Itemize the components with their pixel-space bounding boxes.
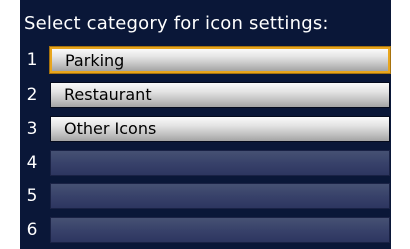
category-label: Restaurant (64, 85, 152, 104)
row-number-4: 4 (26, 153, 38, 173)
empty-row-4 (50, 150, 390, 176)
category-button-restaurant[interactable]: Restaurant (50, 82, 390, 108)
empty-row-5 (50, 183, 390, 209)
category-label: Other Icons (64, 119, 157, 138)
nav-screen: Select category for icon settings: 1 Par… (20, 0, 391, 249)
screen-title: Select category for icon settings: (24, 13, 329, 34)
row-number-6: 6 (26, 220, 38, 240)
row-number-2: 2 (26, 85, 38, 105)
row-number-3: 3 (26, 119, 38, 139)
category-label: Parking (65, 51, 125, 70)
category-button-parking[interactable]: Parking (50, 47, 390, 73)
row-number-5: 5 (26, 186, 38, 206)
category-button-other-icons[interactable]: Other Icons (50, 116, 390, 142)
empty-row-6 (50, 217, 390, 243)
row-number-1: 1 (26, 50, 38, 70)
